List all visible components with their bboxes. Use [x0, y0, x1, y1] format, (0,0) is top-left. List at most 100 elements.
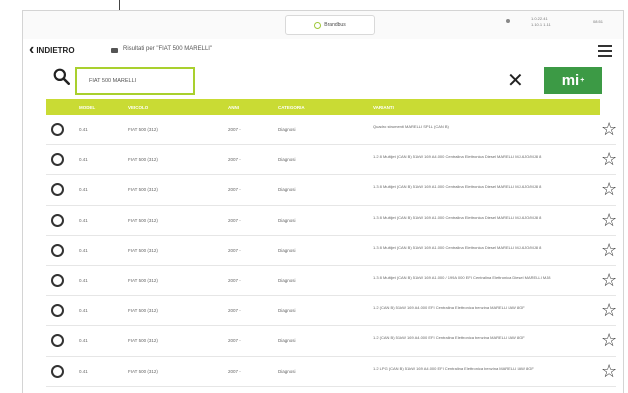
cell-variant: 1.3 8 Multijet (CAN B) 51kW 169 A1.000 C…: [373, 184, 542, 190]
add-favorite-button[interactable]: mi +: [544, 67, 602, 94]
column-header-model: MODEL: [79, 105, 96, 110]
cell-model: 0.41: [79, 308, 88, 314]
brand-logo: Brandbus: [285, 15, 375, 35]
row-select-radio[interactable]: [51, 304, 64, 318]
cell-years: 2007 -: [228, 157, 241, 163]
row-select-radio[interactable]: [51, 243, 64, 257]
table-row[interactable]: 0.41 FIAT 500 (312) 2007 - Diagnosi 1.2 (CAN…: [46, 326, 617, 357]
favorite-star-icon[interactable]: ☆: [601, 120, 617, 138]
cell-category: Diagnosi: [278, 368, 296, 374]
cell-model: 0.41: [79, 157, 88, 163]
cell-model: 0.41: [79, 187, 88, 193]
cell-variant: Quadro strumenti MARELLI SP1L (CAN B): [373, 124, 449, 129]
hamburger-icon-bar: [598, 45, 612, 47]
favorite-star-icon[interactable]: ☆: [601, 331, 617, 349]
cell-variant: 1.3 8 Multijet (CAN B) 51kW 169 A1.000 C…: [373, 244, 542, 250]
hamburger-icon-bar: [598, 50, 612, 52]
app-screen: Brandbus 1.0.22.41 1.10.1 1.11 08:51 ‹ I…: [22, 10, 624, 393]
favorite-star-icon[interactable]: ☆: [601, 301, 617, 319]
cell-model: 0.41: [79, 368, 88, 374]
results-table: 0.41 FIAT 500 (312) 2007 - Diagnosi Quadro s…: [46, 115, 617, 387]
search-icon[interactable]: [53, 68, 70, 85]
cell-years: 2007 -: [228, 338, 241, 344]
cell-vehicle: FIAT 500 (312): [128, 277, 158, 283]
cell-vehicle: FIAT 500 (312): [128, 368, 158, 374]
clear-search-button[interactable]: ✕: [507, 71, 524, 91]
row-select-radio[interactable]: [51, 183, 64, 197]
cell-category: Diagnosi: [278, 277, 296, 283]
cell-years: 2007 -: [228, 217, 241, 223]
cell-model: 0.41: [79, 127, 88, 132]
cell-years: 2007 -: [228, 127, 241, 132]
action-label: mi: [561, 72, 580, 89]
table-row[interactable]: 0.41 FIAT 500 (312) 2007 - Diagnosi 1.3 8 Mu…: [46, 206, 617, 236]
cell-category: Diagnosi: [278, 217, 296, 223]
search-input[interactable]: [75, 67, 195, 95]
cell-variant: 1.2 (CAN B) 51kW 169 A4.000 EFI Centrali…: [373, 305, 525, 311]
favorite-star-icon[interactable]: ☆: [601, 150, 617, 168]
row-select-radio[interactable]: [51, 273, 64, 287]
cell-model: 0.41: [79, 247, 88, 253]
logo-mark-icon: [314, 21, 322, 29]
back-label: INDIETRO: [36, 45, 75, 55]
row-select-radio[interactable]: [51, 213, 64, 227]
favorite-star-icon[interactable]: ☆: [601, 241, 617, 259]
cell-vehicle: FIAT 500 (312): [128, 217, 158, 223]
menu-button[interactable]: [598, 45, 612, 57]
cell-model: 0.41: [79, 277, 88, 283]
cell-variant: 1.2 8 Multijet (CAN B) 51kW 169 A4.000 C…: [373, 154, 542, 160]
row-select-radio[interactable]: [51, 123, 64, 136]
table-row[interactable]: 0.41 FIAT 500 (312) 2007 - Diagnosi Quadro s…: [46, 115, 617, 146]
cell-vehicle: FIAT 500 (312): [128, 157, 158, 163]
table-row[interactable]: 0.41 FIAT 500 (312) 2007 - Diagnosi 1.2 LPG …: [46, 357, 617, 387]
table-row[interactable]: 0.41 FIAT 500 (312) 2007 - Diagnosi 1.3 8 Mu…: [46, 175, 617, 206]
plus-icon: +: [580, 77, 585, 84]
table-row[interactable]: 0.41 FIAT 500 (312) 2007 - Diagnosi 1.3 8 Mu…: [46, 266, 617, 297]
status-indicator-icon: [506, 19, 510, 23]
cell-years: 2007 -: [228, 308, 241, 314]
hamburger-icon-bar: [598, 55, 612, 57]
favorite-star-icon[interactable]: ☆: [601, 362, 617, 380]
cell-category: Diagnosi: [278, 338, 296, 344]
cell-variant: 1.3 8 Multijet (CAN B) 51kW 169 A1.000 /…: [373, 274, 551, 280]
cell-vehicle: FIAT 500 (312): [128, 247, 158, 253]
cell-category: Diagnosi: [278, 187, 296, 193]
column-header-vehicle: VEICOLO: [128, 105, 149, 110]
cell-vehicle: FIAT 500 (312): [128, 308, 158, 314]
cell-variant: 1.2 (CAN B) 51kW 169 A4.000 EFI Centrali…: [373, 335, 525, 341]
cell-vehicle: FIAT 500 (312): [128, 338, 158, 344]
cell-vehicle: FIAT 500 (312): [128, 127, 158, 132]
cell-category: Diagnosi: [278, 127, 296, 132]
table-row[interactable]: 0.41 FIAT 500 (312) 2007 - Diagnosi 1.2 (CAN…: [46, 296, 617, 327]
logo-text: Brandbus: [324, 22, 346, 28]
chevron-left-icon: ‹: [29, 41, 35, 58]
favorite-star-icon[interactable]: ☆: [601, 211, 617, 229]
cell-years: 2007 -: [228, 247, 241, 253]
cell-category: Diagnosi: [278, 157, 296, 163]
cell-category: Diagnosi: [278, 308, 296, 314]
favorite-star-icon[interactable]: ☆: [601, 180, 617, 198]
status-info: 1.0.22.41 1.10.1 1.11: [531, 16, 551, 27]
status-time: 08:51: [593, 19, 604, 24]
cell-years: 2007 -: [228, 187, 241, 193]
breadcrumb: Risultati per "FIAT 500 MARELLI": [123, 46, 213, 52]
table-header: MODEL VEICOLO ANNI CATEGORIA VARIANTI: [46, 99, 600, 115]
column-header-years: ANNI: [228, 105, 239, 110]
table-row[interactable]: 0.41 FIAT 500 (312) 2007 - Diagnosi 1.2 8 Mu…: [46, 145, 617, 176]
row-select-radio[interactable]: [51, 364, 64, 378]
cell-vehicle: FIAT 500 (312): [128, 187, 158, 193]
cell-years: 2007 -: [228, 277, 241, 283]
back-button[interactable]: ‹ INDIETRO: [29, 41, 75, 58]
cell-category: Diagnosi: [278, 247, 296, 253]
column-header-variants: VARIANTI: [373, 105, 394, 110]
favorite-star-icon[interactable]: ☆: [601, 271, 617, 289]
cell-variant: 1.3 8 Multijet (CAN B) 51kW 169 A1.000 C…: [373, 214, 542, 220]
row-select-radio[interactable]: [51, 334, 64, 348]
car-icon: [111, 48, 118, 53]
table-row[interactable]: 0.41 FIAT 500 (312) 2007 - Diagnosi 1.3 8 Mu…: [46, 236, 617, 266]
cell-variant: 1.2 LPG (CAN B) 51kW 169 A4.000 EFI Cent…: [373, 365, 534, 371]
status-bar: Brandbus 1.0.22.41 1.10.1 1.11 08:51: [23, 11, 623, 39]
row-select-radio[interactable]: [51, 153, 64, 167]
cell-model: 0.41: [79, 338, 88, 344]
column-header-category: CATEGORIA: [278, 105, 305, 110]
